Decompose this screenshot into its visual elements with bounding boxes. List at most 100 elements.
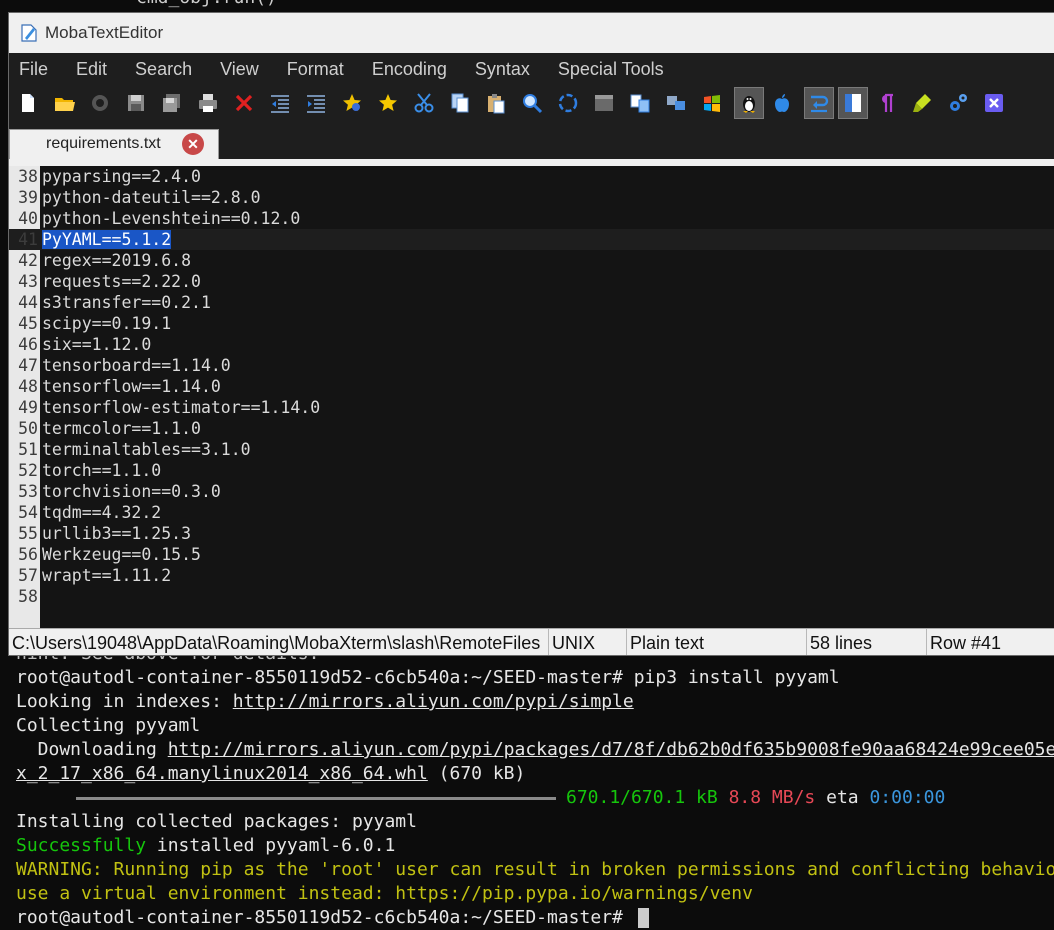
editor-line[interactable]: 54 tqdm==4.32.2 xyxy=(9,502,1054,523)
print-icon[interactable] xyxy=(195,90,221,116)
linux-penguin-icon[interactable] xyxy=(734,87,764,119)
indent-icon[interactable] xyxy=(303,90,329,116)
star-icon[interactable] xyxy=(375,90,401,116)
editor-line[interactable]: 41 PyYAML==5.1.2 xyxy=(9,229,1054,250)
status-file-path: C:\Users\19048\AppData\Roaming\MobaXterm… xyxy=(9,629,549,655)
editor-line[interactable]: 46 six==1.12.0 xyxy=(9,334,1054,355)
editor-line[interactable]: 50 termcolor==1.1.0 xyxy=(9,418,1054,439)
terminal-top-partial: cmd_obj.run() xyxy=(0,0,1054,12)
menu-special-tools[interactable]: Special Tools xyxy=(558,59,664,80)
line-text: tensorflow==1.14.0 xyxy=(42,377,221,396)
editor-line[interactable]: 58 xyxy=(9,586,1054,607)
line-text: python-dateutil==2.8.0 xyxy=(42,188,261,207)
terminal-output[interactable]: hint: See above for details. root@autodl… xyxy=(0,640,1054,930)
terminal-index-link[interactable]: http://mirrors.aliyun.com/pypi/simple xyxy=(233,691,634,712)
editor-line[interactable]: 56 Werkzeug==0.15.5 xyxy=(9,544,1054,565)
line-text: requests==2.22.0 xyxy=(42,272,201,291)
split-view-icon[interactable] xyxy=(663,90,689,116)
side-panel-icon[interactable] xyxy=(838,87,868,119)
menu-view[interactable]: View xyxy=(220,59,259,80)
editor-line[interactable]: 57 wrapt==1.11.2 xyxy=(9,565,1054,586)
terminal-success-line: Successfully installed pyyaml-6.0.1 xyxy=(16,834,395,858)
line-number: 58 xyxy=(18,587,38,606)
copy-icon[interactable] xyxy=(447,90,473,116)
apple-logo-icon[interactable] xyxy=(769,90,795,116)
line-text: wrapt==1.11.2 xyxy=(42,566,172,585)
editor-line[interactable]: 49 tensorflow-estimator==1.14.0 xyxy=(9,397,1054,418)
editor-line[interactable]: 48 tensorflow==1.14.0 xyxy=(9,376,1054,397)
line-text: PyYAML==5.1.2 xyxy=(42,229,172,250)
menu-file[interactable]: File xyxy=(19,59,48,80)
line-number: 56 xyxy=(18,545,38,564)
terminal-prompt-line[interactable]: root@autodl-container-8550119d52-c6cb540… xyxy=(16,906,649,930)
terminal-installing-line: Installing collected packages: pyyaml xyxy=(16,811,417,832)
save-all-icon[interactable] xyxy=(159,90,185,116)
title-bar[interactable]: MobaTextEditor xyxy=(9,13,1054,53)
close-file-icon[interactable] xyxy=(231,90,257,116)
outdent-icon[interactable] xyxy=(267,90,293,116)
editor-line[interactable]: 39 python-dateutil==2.8.0 xyxy=(9,187,1054,208)
menu-search[interactable]: Search xyxy=(135,59,192,80)
menu-syntax[interactable]: Syntax xyxy=(475,59,530,80)
settings-gears-icon[interactable] xyxy=(945,90,971,116)
cut-icon[interactable] xyxy=(411,90,437,116)
status-line-ending[interactable]: UNIX xyxy=(549,629,627,655)
editor-line[interactable]: 44 s3transfer==0.2.1 xyxy=(9,292,1054,313)
line-number: 49 xyxy=(18,398,38,417)
editor-line[interactable]: 45 scipy==0.19.1 xyxy=(9,313,1054,334)
new-file-icon[interactable] xyxy=(15,90,41,116)
find-icon[interactable] xyxy=(519,90,545,116)
terminal-progress-speed: 8.8 MB/s xyxy=(728,787,816,808)
terminal-warning-line-2: use a virtual environment instead: https… xyxy=(16,883,753,904)
editor-line[interactable]: 53 torchvision==0.3.0 xyxy=(9,481,1054,502)
line-text: tensorboard==1.14.0 xyxy=(42,356,231,375)
open-folder-icon[interactable] xyxy=(51,90,77,116)
status-bar: C:\Users\19048\AppData\Roaming\MobaXterm… xyxy=(9,628,1054,655)
terminal-download-link[interactable]: http://mirrors.aliyun.com/pypi/packages/… xyxy=(168,739,1054,760)
line-number: 52 xyxy=(18,461,38,480)
pilcrow-icon[interactable] xyxy=(873,90,899,116)
tab-close-icon[interactable]: ✕ xyxy=(182,133,204,155)
status-row: Row #41 xyxy=(930,633,1002,653)
editor-line[interactable]: 40 python-Levenshtein==0.12.0 xyxy=(9,208,1054,229)
status-syntax[interactable]: Plain text xyxy=(627,629,807,655)
menu-format[interactable]: Format xyxy=(287,59,344,80)
menu-encoding[interactable]: Encoding xyxy=(372,59,447,80)
editor-line[interactable]: 52 torch==1.1.0 xyxy=(9,460,1054,481)
line-text: tensorflow-estimator==1.14.0 xyxy=(42,398,321,417)
replace-icon[interactable] xyxy=(555,90,581,116)
menu-edit[interactable]: Edit xyxy=(76,59,107,80)
compare-files-icon[interactable] xyxy=(627,90,653,116)
text-editor-window: MobaTextEditor File Edit Search View For… xyxy=(8,12,1054,656)
line-number: 43 xyxy=(18,272,38,291)
line-text: torch==1.1.0 xyxy=(42,461,162,480)
editor-line[interactable]: 43 requests==2.22.0 xyxy=(9,271,1054,292)
editor-line[interactable]: 51 terminaltables==3.1.0 xyxy=(9,439,1054,460)
bookmark-star-icon[interactable] xyxy=(339,90,365,116)
line-text: termcolor==1.1.0 xyxy=(42,419,201,438)
tab-label: requirements.txt xyxy=(46,135,161,152)
line-number: 41 xyxy=(18,230,38,249)
line-text: six==1.12.0 xyxy=(42,335,152,354)
editor-line[interactable]: 47 tensorboard==1.14.0 xyxy=(9,355,1054,376)
save-icon[interactable] xyxy=(123,90,149,116)
terminal-success-rest: installed pyyaml-6.0.1 xyxy=(146,835,396,856)
paste-icon[interactable] xyxy=(483,90,509,116)
editor-line[interactable]: 55 urllib3==1.25.3 xyxy=(9,523,1054,544)
editor-line[interactable]: 38 pyparsing==2.4.0 xyxy=(9,166,1054,187)
exit-icon[interactable] xyxy=(981,90,1007,116)
editor-text-area[interactable]: 38 pyparsing==2.4.0 39 python-dateutil==2.8… xyxy=(9,166,1054,628)
editor-line[interactable]: 42 regex==2019.6.8 xyxy=(9,250,1054,271)
terminal-cursor xyxy=(637,908,649,928)
selected-text: PyYAML==5.1.2 xyxy=(42,230,172,249)
highlighter-icon[interactable] xyxy=(909,90,935,116)
terminal-downloading-line: Downloading http://mirrors.aliyun.com/py… xyxy=(16,738,1054,762)
terminal-wheel-link[interactable]: x_2_17_x86_64.manylinux2014_x86_64.whl xyxy=(16,763,428,784)
reload-icon[interactable] xyxy=(87,90,113,116)
line-text: scipy==0.19.1 xyxy=(42,314,172,333)
windows-logo-icon[interactable] xyxy=(699,90,725,116)
terminal-icon[interactable] xyxy=(591,90,617,116)
terminal-downloading-prefix: Downloading xyxy=(16,739,168,760)
tab-requirements-txt[interactable]: requirements.txt ✕ xyxy=(9,129,219,159)
word-wrap-icon[interactable] xyxy=(804,87,834,119)
